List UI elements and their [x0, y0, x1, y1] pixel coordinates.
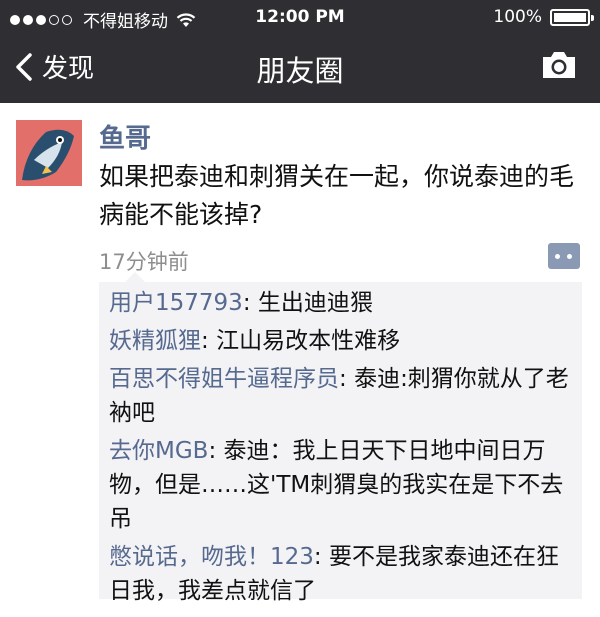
status-bar: 不得姐移动 12:00 PM 100%: [0, 0, 600, 34]
comment-separator: :: [242, 290, 258, 316]
battery-icon: [550, 8, 594, 26]
comment-text: 江山易改本性难移: [216, 328, 401, 354]
comment-item[interactable]: 百思不得姐牛逼程序员: 泰迪:刺猬你就从了老衲吧: [99, 362, 582, 430]
comment-separator: :: [339, 366, 355, 392]
comment-item[interactable]: 妖精狐狸: 江山易改本性难移: [99, 324, 582, 358]
comment-separator: :: [201, 328, 217, 354]
comments-list: 用户157793: 生出迪迪猥 妖精狐狸: 江山易改本性难移 百思不得姐牛逼程序…: [99, 272, 582, 604]
comment-author[interactable]: 妖精狐狸: [109, 328, 201, 354]
page-title: 朋友圈: [256, 54, 344, 88]
comment-item[interactable]: 用户157793: 生出迪迪猥: [99, 282, 582, 320]
comment-item[interactable]: 去你MGB: 泰迪：我上日天下日地中间日万物，但是……这'TM刺猬臭的我实在是下…: [99, 434, 582, 536]
camera-icon[interactable]: [540, 50, 578, 80]
battery-percent: 100%: [493, 7, 542, 27]
post-content: 如果把泰迪和刺猬关在一起，你说泰迪的毛病能不能该掉?: [99, 162, 575, 229]
comment-author[interactable]: 憋说话，吻我！123: [109, 544, 314, 570]
comment-text: 生出迪迪猥: [257, 290, 373, 316]
navigation-bar: 发现 朋友圈: [0, 34, 600, 103]
comment-separator: :: [208, 438, 224, 464]
comment-button[interactable]: [548, 243, 580, 269]
comment-separator: :: [313, 544, 329, 570]
avatar[interactable]: [16, 120, 82, 186]
comment-author[interactable]: 百思不得姐牛逼程序员: [109, 366, 339, 392]
post-author[interactable]: 鱼哥: [99, 118, 151, 155]
top-bar: 不得姐移动 12:00 PM 100% 发现 朋友圈: [0, 0, 600, 103]
status-right: 100%: [493, 7, 594, 27]
comment-author[interactable]: 去你MGB: [109, 438, 208, 464]
comment-item[interactable]: 憋说话，吻我！123: 要不是我家泰迪还在狂日我，我差点就信了: [99, 540, 582, 608]
comment-author[interactable]: 用户157793: [109, 290, 243, 316]
avatar-image: [16, 120, 82, 186]
